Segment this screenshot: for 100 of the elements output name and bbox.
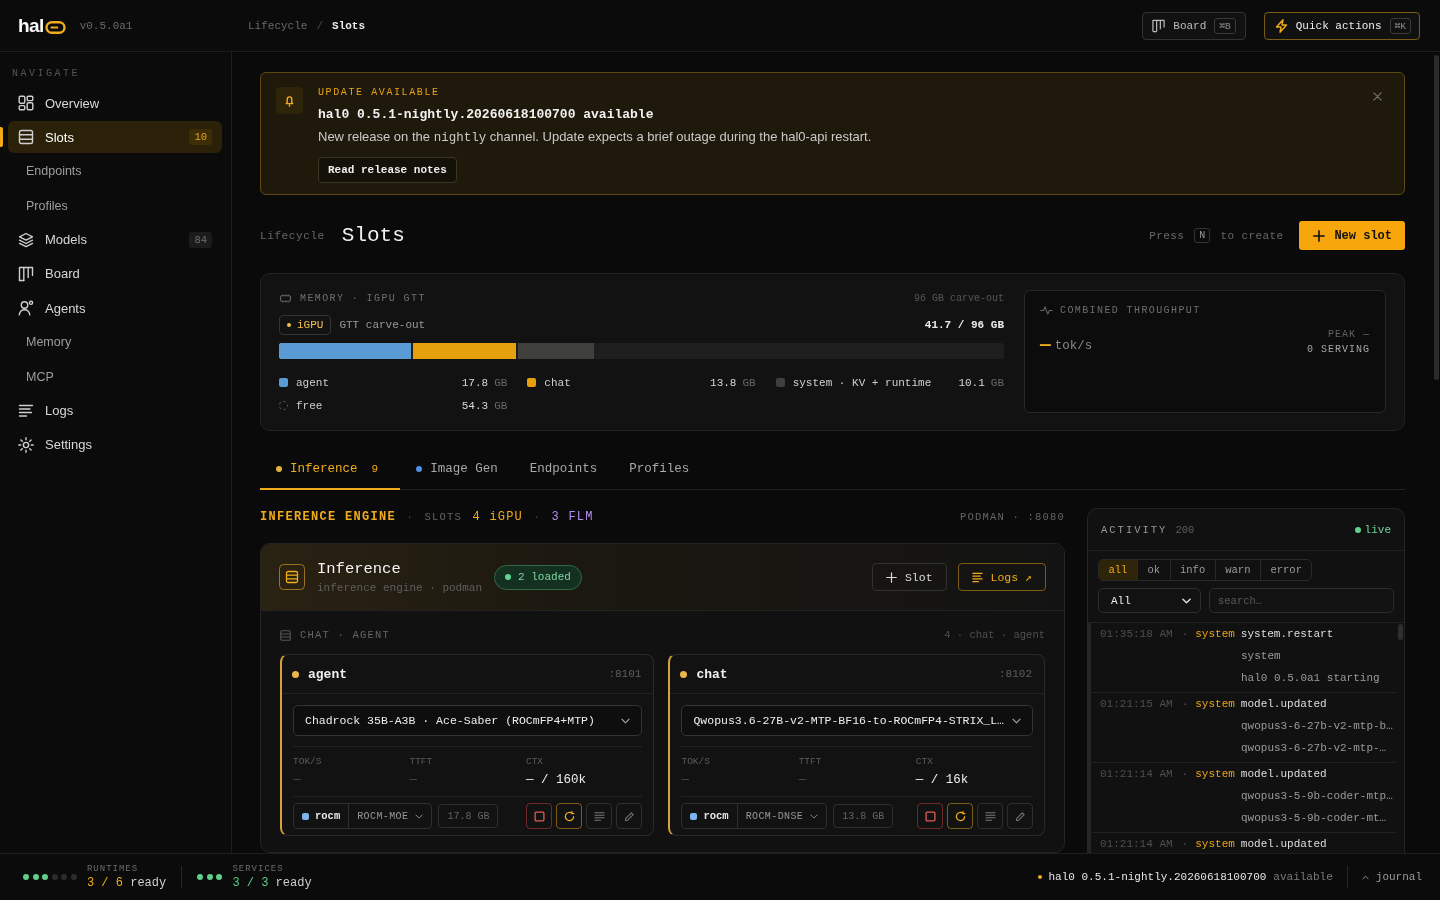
source-select[interactable]: All bbox=[1098, 588, 1201, 613]
update-version[interactable]: hal0 0.5.1-nightly.20260618100700 bbox=[1048, 871, 1267, 883]
sidebar-item[interactable]: Settings bbox=[8, 428, 222, 461]
event-time: 01:21:14 AM bbox=[1100, 837, 1173, 852]
journal-button[interactable]: journal bbox=[1361, 871, 1422, 883]
version-label: v0.5.0a1 bbox=[79, 19, 133, 32]
scrollbar-thumb[interactable] bbox=[1434, 55, 1439, 380]
profile-select[interactable]: ROCM-DNSE bbox=[736, 804, 827, 828]
engine-title: Inference bbox=[317, 560, 402, 578]
caret-up-icon bbox=[1361, 874, 1369, 880]
nav-section-label: NAVIGATE bbox=[11, 68, 81, 80]
stat-label: TOK/S bbox=[293, 756, 322, 767]
event-name: system.restart bbox=[1240, 627, 1334, 642]
text-lines-icon bbox=[984, 810, 996, 822]
activity-entry[interactable]: 01:21:15 AM · system model.updated qwopus3-6-27b-v2-mtp-b… qwopus3-6-27b-v2-mtp-… bbox=[1088, 693, 1396, 763]
release-notes-button[interactable]: Read release notes bbox=[318, 157, 457, 183]
count-badge: 10 bbox=[189, 129, 212, 146]
legend-value: 54.3 bbox=[461, 399, 489, 412]
sidebar-item[interactable]: Overview bbox=[8, 87, 222, 119]
legend-unit: GB bbox=[742, 376, 756, 389]
event-detail: qwopus3-5-9b-coder-mt… bbox=[1240, 811, 1388, 826]
model-select[interactable]: Chadrock 35B-A3B · Ace-Saber (ROCmFP4+MTP) bbox=[293, 705, 643, 736]
filter-option[interactable]: error bbox=[1259, 560, 1312, 580]
activity-title: ACTIVITY bbox=[1101, 523, 1168, 536]
event-detail: system bbox=[1240, 649, 1282, 664]
tab[interactable]: Profiles bbox=[613, 449, 706, 490]
chevron-down-icon bbox=[1182, 597, 1191, 604]
filter-option[interactable]: ok bbox=[1136, 560, 1170, 580]
backend-label: rocm bbox=[315, 810, 341, 822]
engine-subtitle: inference engine · podman bbox=[317, 582, 483, 594]
tab[interactable]: Inference 9 bbox=[260, 449, 401, 490]
separator: · bbox=[1181, 767, 1189, 782]
tab[interactable]: Endpoints bbox=[513, 449, 614, 490]
list-icon bbox=[18, 129, 34, 146]
edit-button[interactable] bbox=[616, 803, 643, 829]
filter-option[interactable]: info bbox=[1169, 560, 1215, 580]
activity-entry[interactable]: 01:35:18 AM · system system.restart system hal0 0.5.0a1 starting bbox=[1088, 623, 1396, 693]
add-slot-button[interactable]: Slot bbox=[871, 563, 947, 591]
new-slot-button[interactable]: New slot bbox=[1299, 221, 1405, 250]
throughput-title: COMBINED THROUGHPUT bbox=[1060, 305, 1201, 316]
sidebar-subitem[interactable]: Profiles bbox=[8, 189, 222, 222]
section-meta: PODMAN · :8080 bbox=[960, 510, 1065, 523]
memory-title: MEMORY · IGPU GTT bbox=[300, 293, 426, 304]
memory-total: 41.7 / 96 GB bbox=[924, 319, 1004, 331]
layers-icon bbox=[18, 231, 34, 248]
restart-button[interactable] bbox=[947, 803, 973, 829]
legend-label: system · KV + runtime bbox=[792, 376, 932, 389]
serving-count: 0 SERVING bbox=[1307, 344, 1370, 355]
scrollbar-thumb[interactable] bbox=[1398, 624, 1403, 640]
filter-option[interactable]: warn bbox=[1214, 560, 1260, 580]
chevron-down-icon bbox=[621, 717, 631, 724]
event-source: system bbox=[1195, 837, 1235, 852]
stop-button[interactable] bbox=[917, 803, 943, 829]
logo-text: hal bbox=[18, 14, 44, 37]
edit-button[interactable] bbox=[1007, 803, 1033, 829]
stat-value: — / 16k bbox=[915, 772, 969, 788]
user-icon bbox=[18, 300, 34, 317]
sidebar-item[interactable]: Models 84 bbox=[8, 223, 222, 256]
status-dot-icon bbox=[292, 670, 299, 678]
stat-value: — bbox=[293, 772, 301, 788]
text-lines-icon bbox=[18, 402, 34, 419]
filter-option[interactable]: all bbox=[1099, 560, 1137, 580]
group-meta: 4 · chat · agent bbox=[944, 629, 1045, 641]
breadcrumb-link[interactable]: Slots bbox=[332, 19, 366, 32]
pencil-icon bbox=[1014, 810, 1026, 822]
slot-port: :8102 bbox=[999, 668, 1032, 680]
board-button[interactable]: Board ⌘B bbox=[1142, 11, 1246, 40]
close-icon[interactable] bbox=[1373, 92, 1382, 101]
bolt-icon bbox=[1274, 18, 1288, 33]
activity-entry[interactable]: 01:21:14 AM · system model.updated qwopus3-5-9b-coder-mtp… qwopus3-5-9b-coder-mt… bbox=[1088, 763, 1396, 833]
status-dot-icon bbox=[680, 670, 688, 678]
sidebar-item[interactable]: Logs bbox=[8, 394, 222, 427]
stat-label: TTFT bbox=[409, 756, 433, 767]
sidebar-subitem[interactable]: Memory bbox=[8, 326, 222, 359]
restart-button[interactable] bbox=[556, 803, 583, 829]
profile-select[interactable]: ROCM-MOE bbox=[348, 804, 432, 828]
sidebar-item[interactable]: Board bbox=[8, 257, 222, 290]
model-select[interactable]: Qwopus3.6-27B-v2-MTP-BF16-to-ROCmFP4-STRIX_L… bbox=[681, 705, 1033, 736]
live-label: live bbox=[1364, 523, 1391, 536]
sidebar-item[interactable]: Agents bbox=[8, 292, 222, 325]
stop-button[interactable] bbox=[526, 803, 553, 829]
search-field[interactable]: search… bbox=[1209, 588, 1394, 613]
badge-label: 2 loaded bbox=[518, 571, 571, 583]
sidebar-subitem[interactable]: MCP bbox=[8, 360, 222, 393]
legend-value: 13.8 bbox=[710, 376, 737, 389]
shortcut-key: N bbox=[1194, 228, 1211, 243]
status-dot-icon bbox=[1354, 526, 1361, 533]
legend-label: free bbox=[296, 399, 323, 412]
list-icon bbox=[280, 629, 291, 641]
legend-value: 17.8 bbox=[461, 376, 489, 389]
tab[interactable]: Image Gen bbox=[400, 449, 514, 490]
status-value: ready bbox=[275, 875, 312, 890]
activity-count: 200 bbox=[1175, 523, 1195, 536]
sidebar-subitem[interactable]: Endpoints bbox=[8, 155, 222, 188]
shortcut-key: ⌘B bbox=[1214, 17, 1236, 34]
stat-value: — bbox=[798, 772, 807, 788]
quick-actions-button[interactable]: Quick actions ⌘K bbox=[1263, 11, 1420, 40]
breadcrumb-link[interactable]: Lifecycle bbox=[248, 19, 308, 32]
logs-button[interactable]: Logs ↗ bbox=[957, 563, 1046, 591]
pulse-icon bbox=[1040, 306, 1053, 315]
